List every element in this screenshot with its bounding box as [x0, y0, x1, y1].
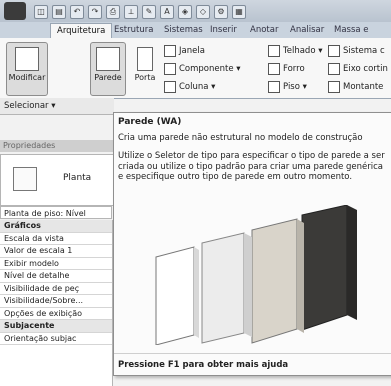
cursor-icon — [15, 47, 39, 71]
windows-icon[interactable]: ▦ — [232, 5, 246, 19]
select-dropdown[interactable]: Selecionar ▾ — [0, 98, 114, 115]
floor-button[interactable]: Piso ▾ — [268, 80, 307, 94]
mullion-label: Montante — [343, 82, 384, 92]
property-row[interactable]: Valor de escala 1 — [0, 245, 112, 258]
component-button[interactable]: Componente ▾ — [164, 62, 241, 76]
curtain-system-label: Sistema c — [343, 46, 385, 56]
tab-anotar[interactable]: Anotar — [244, 23, 284, 37]
board-layer — [155, 246, 199, 345]
tab-sistemas[interactable]: Sistemas — [158, 23, 209, 37]
property-row[interactable]: Orientação subjac — [0, 333, 112, 345]
property-row[interactable]: Escala da vista — [0, 233, 112, 245]
ribbon-tab-bar: Arquitetura Estrutura Sistemas Inserir A… — [0, 22, 391, 49]
property-row[interactable]: Nível de detalhe — [0, 270, 112, 283]
3d-view-icon[interactable]: ◈ — [178, 5, 192, 19]
curtain-system-icon — [328, 44, 340, 57]
window-button[interactable]: Janela — [164, 44, 205, 58]
roof-label: Telhado — [283, 46, 316, 56]
tab-analisar[interactable]: Analisar — [284, 23, 330, 37]
property-group: Gráficos — [0, 220, 112, 233]
wall-icon — [96, 47, 120, 71]
column-label: Coluna — [179, 82, 209, 92]
tooltip-body: Utilize o Seletor de tipo para especific… — [118, 151, 385, 182]
brick-layer — [251, 218, 304, 344]
curtain-system-button[interactable]: Sistema c — [328, 44, 385, 58]
dark-brick-layer — [301, 205, 357, 331]
modify-label: Modificar — [8, 73, 46, 82]
type-selector[interactable]: Planta — [0, 154, 114, 206]
window-label: Janela — [179, 46, 205, 56]
properties-header: Propriedades — [0, 140, 115, 152]
ceiling-icon — [268, 62, 280, 75]
save-icon[interactable]: ▤ — [52, 5, 66, 19]
wall-button[interactable]: Parede — [90, 42, 126, 96]
print-icon[interactable]: ⎙ — [106, 5, 120, 19]
floor-icon — [268, 80, 280, 93]
roof-button[interactable]: Telhado ▾ — [268, 44, 323, 58]
mullion-icon — [328, 80, 340, 93]
undo-icon[interactable]: ↶ — [70, 5, 84, 19]
door-label: Porta — [134, 73, 156, 82]
text-icon[interactable]: A — [160, 5, 174, 19]
settings-icon[interactable]: ⚙ — [214, 5, 228, 19]
redo-icon[interactable]: ↷ — [88, 5, 102, 19]
curtain-grid-label: Eixo cortin — [343, 64, 388, 74]
floor-plan-icon — [13, 167, 37, 191]
modify-button[interactable]: Modificar — [6, 42, 48, 96]
property-row[interactable]: Visibilidade/Sobre... — [0, 295, 112, 308]
curtain-grid-icon — [328, 62, 340, 75]
ceiling-button[interactable]: Forro — [268, 62, 305, 76]
tab-inserir[interactable]: Inserir — [204, 23, 243, 37]
tab-estrutura[interactable]: Estrutura — [108, 23, 159, 37]
wall-tooltip: Parede (WA) Cria uma parede não estrutur… — [113, 112, 391, 376]
properties-list: Gráficos Escala da vista Valor de escala 1… — [0, 220, 113, 386]
tooltip-description: Cria uma parede não estrutural no modelo… — [118, 133, 363, 143]
open-icon[interactable]: ◫ — [34, 5, 48, 19]
view-instance-selector[interactable]: Planta de piso: Nível — [0, 206, 112, 219]
door-icon — [137, 47, 153, 71]
measure-icon[interactable]: ⟂ — [124, 5, 138, 19]
annotate-icon[interactable]: ✎ — [142, 5, 156, 19]
window-icon — [164, 44, 176, 57]
concrete-layer — [201, 232, 252, 344]
property-row[interactable]: Exibir modelo — [0, 258, 112, 270]
curtain-grid-button[interactable]: Eixo cortin — [328, 62, 388, 76]
property-group: Subjacente — [0, 320, 112, 333]
column-icon — [164, 80, 176, 93]
tab-arquitetura[interactable]: Arquitetura — [50, 23, 113, 38]
column-button[interactable]: Coluna ▾ — [164, 80, 215, 94]
tooltip-title: Parede (WA) — [118, 117, 182, 127]
property-row[interactable]: Visibilidade de peç — [0, 283, 112, 295]
section-icon[interactable]: ◇ — [196, 5, 210, 19]
property-row[interactable]: Opções de exibição — [0, 308, 112, 320]
ceiling-label: Forro — [283, 64, 305, 74]
tab-massa-terreno[interactable]: Massa e terreno — [328, 23, 391, 49]
wall-layers-illustration — [155, 205, 357, 345]
tooltip-footer: Pressione F1 para obter mais ajuda — [114, 353, 391, 375]
floor-label: Piso — [283, 82, 300, 92]
component-icon — [164, 62, 176, 75]
type-name: Planta — [63, 173, 92, 183]
title-bar: ◫ ▤ ↶ ↷ ⎙ ⟂ ✎ A ◈ ◇ ⚙ ▦ — [0, 0, 391, 23]
wall-label: Parede — [94, 73, 122, 82]
mullion-button[interactable]: Montante — [328, 80, 383, 94]
application-menu-button[interactable] — [4, 2, 26, 20]
door-button[interactable]: Porta — [128, 42, 162, 96]
roof-icon — [268, 44, 280, 57]
component-label: Componente — [179, 64, 234, 74]
ribbon-panel: Modificar Parede Porta Janela Componente… — [0, 38, 391, 99]
